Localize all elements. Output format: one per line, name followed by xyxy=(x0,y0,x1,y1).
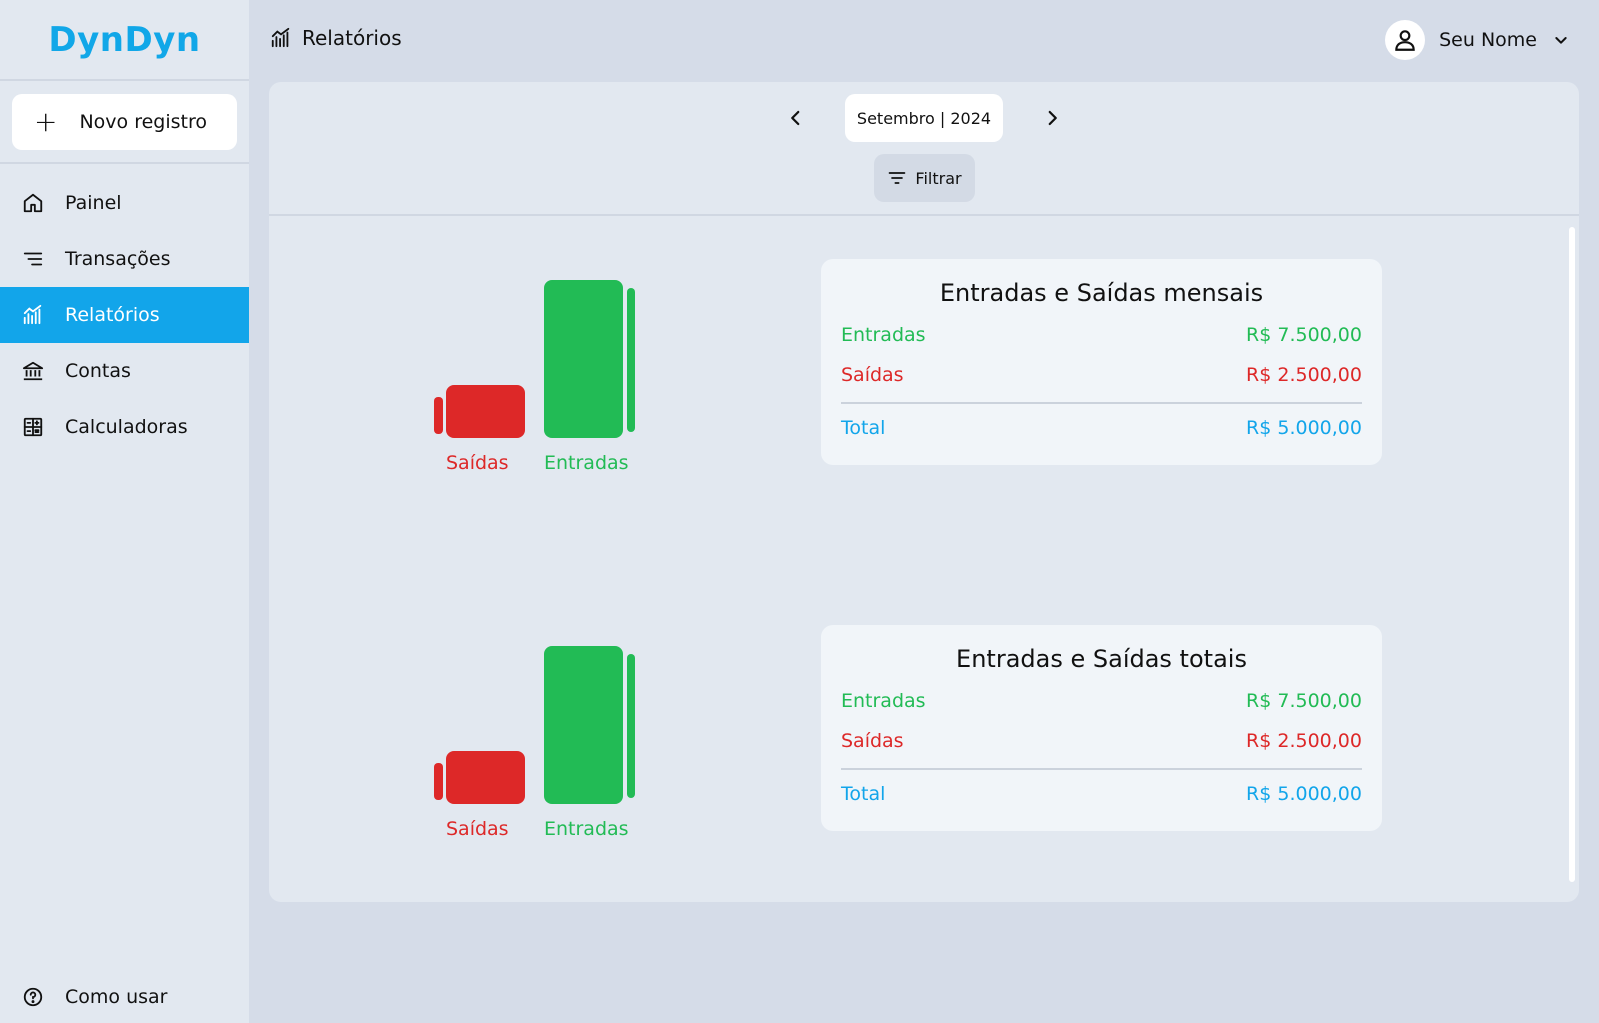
next-month-button[interactable] xyxy=(1037,103,1067,133)
reports-panel: Setembro | 2024 Filtrar Saídas Entradas … xyxy=(269,82,1579,902)
income-bar xyxy=(544,646,623,804)
sidebar-item-label: Calculadoras xyxy=(65,416,188,438)
sidebar-item-relatorios[interactable]: Relatórios xyxy=(0,287,249,343)
filter-icon xyxy=(889,172,906,184)
user-name: Seu Nome xyxy=(1439,29,1537,51)
sidebar-help: Como usar xyxy=(0,969,249,1023)
expense-label: Saídas xyxy=(446,452,509,474)
total-row: Total R$ 5.000,00 xyxy=(841,417,1362,439)
expense-bar xyxy=(446,751,525,804)
sidebar-item-painel[interactable]: Painel xyxy=(0,175,249,231)
sidebar-item-label: Transações xyxy=(65,248,171,270)
plus-icon: + xyxy=(34,105,58,138)
period-selector: Setembro | 2024 xyxy=(269,94,1579,142)
sidebar-item-como-usar[interactable]: Como usar xyxy=(0,969,249,1023)
sidebar-item-calculadoras[interactable]: Calculadoras xyxy=(0,399,249,455)
expense-row: Saídas R$ 2.500,00 xyxy=(841,730,1362,752)
chevron-down-icon xyxy=(1553,32,1569,48)
sidebar-nav: Painel Transações Relatórios Contas Calc… xyxy=(0,175,249,455)
total-value: R$ 5.000,00 xyxy=(1246,783,1362,805)
page-title: Relatórios xyxy=(270,26,402,50)
expense-label: Saídas xyxy=(841,730,904,752)
sidebar-item-label: Como usar xyxy=(65,986,168,1008)
income-row: Entradas R$ 7.500,00 xyxy=(841,690,1362,712)
user-avatar-icon xyxy=(1385,20,1426,60)
filter-label: Filtrar xyxy=(915,168,962,188)
card-title: Entradas e Saídas mensais xyxy=(939,279,1264,307)
sidebar: DynDyn + Novo registro Painel Transações… xyxy=(0,0,249,1023)
new-record-button[interactable]: + Novo registro xyxy=(12,94,237,150)
sidebar-item-label: Relatórios xyxy=(65,304,160,326)
expense-bar xyxy=(446,385,525,438)
card-divider xyxy=(841,402,1362,404)
page-title-text: Relatórios xyxy=(302,26,402,50)
new-record-label: Novo registro xyxy=(79,111,208,133)
card-title: Entradas e Saídas totais xyxy=(956,645,1247,673)
sidebar-divider xyxy=(0,162,249,164)
monthly-summary-card: Entradas e Saídas mensais Entradas R$ 7.… xyxy=(821,259,1382,465)
income-value: R$ 7.500,00 xyxy=(1246,690,1362,712)
card-divider xyxy=(841,768,1362,770)
income-bar xyxy=(544,280,623,438)
home-icon xyxy=(21,191,45,215)
chart-icon xyxy=(21,303,45,327)
help-circle-icon xyxy=(21,985,45,1009)
monthly-chart: Saídas Entradas xyxy=(429,272,689,482)
chevron-left-icon xyxy=(791,110,800,126)
calculator-icon xyxy=(21,415,45,439)
bank-icon xyxy=(21,359,45,383)
expense-bar-shadow xyxy=(434,397,443,434)
sidebar-item-label: Painel xyxy=(65,192,122,214)
expense-bar-shadow xyxy=(434,763,443,800)
expense-label: Saídas xyxy=(446,818,509,840)
list-icon xyxy=(21,247,45,271)
income-label: Entradas xyxy=(841,690,926,712)
expense-label: Saídas xyxy=(841,364,904,386)
app-logo[interactable]: DynDyn xyxy=(0,0,249,81)
total-summary-card: Entradas e Saídas totais Entradas R$ 7.5… xyxy=(821,625,1382,831)
total-label: Total xyxy=(841,783,886,805)
total-value: R$ 5.000,00 xyxy=(1246,417,1362,439)
income-bar-shadow xyxy=(627,654,635,798)
scrollbar[interactable] xyxy=(1569,227,1575,882)
total-row: Total R$ 5.000,00 xyxy=(841,783,1362,805)
income-row: Entradas R$ 7.500,00 xyxy=(841,324,1362,346)
previous-month-button[interactable] xyxy=(781,103,811,133)
income-label: Entradas xyxy=(544,818,629,840)
expense-row: Saídas R$ 2.500,00 xyxy=(841,364,1362,386)
sidebar-item-transacoes[interactable]: Transações xyxy=(0,231,249,287)
period-label[interactable]: Setembro | 2024 xyxy=(844,94,1004,142)
filter-button[interactable]: Filtrar xyxy=(874,154,975,202)
sidebar-item-contas[interactable]: Contas xyxy=(0,343,249,399)
income-value: R$ 7.500,00 xyxy=(1246,324,1362,346)
total-label: Total xyxy=(841,417,886,439)
sidebar-item-label: Contas xyxy=(65,360,131,382)
user-menu[interactable]: Seu Nome xyxy=(1385,20,1569,60)
expense-value: R$ 2.500,00 xyxy=(1246,364,1362,386)
income-bar-shadow xyxy=(627,288,635,432)
income-label: Entradas xyxy=(544,452,629,474)
expense-value: R$ 2.500,00 xyxy=(1246,730,1362,752)
chevron-right-icon xyxy=(1048,110,1057,126)
total-chart: Saídas Entradas xyxy=(429,638,689,848)
income-label: Entradas xyxy=(841,324,926,346)
chart-icon xyxy=(270,27,292,49)
panel-divider xyxy=(269,214,1579,216)
